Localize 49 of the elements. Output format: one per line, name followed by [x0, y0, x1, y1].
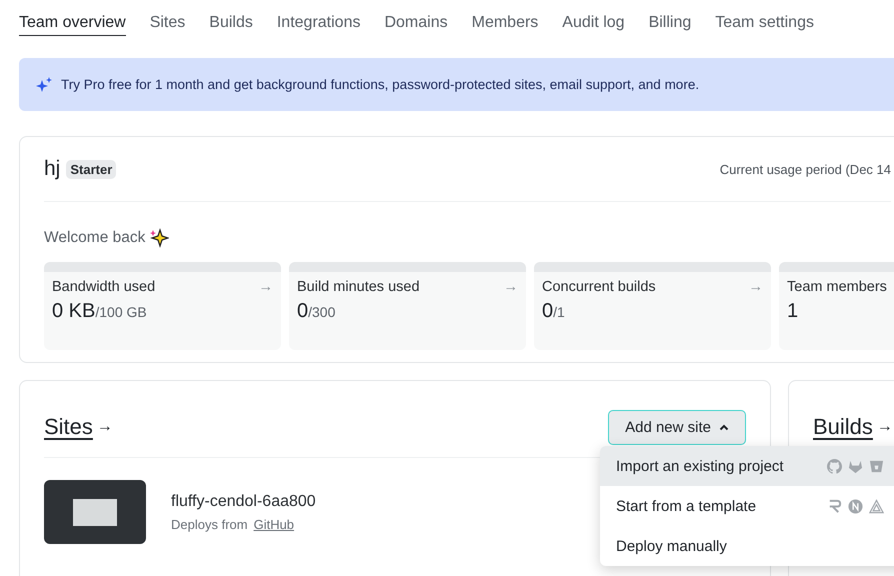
- nav-tab[interactable]: Team overview: [19, 10, 126, 36]
- nav-tab[interactable]: Integrations: [276, 11, 360, 35]
- nav-tab[interactable]: Domains: [384, 11, 448, 35]
- fox-icon: [848, 458, 863, 474]
- stat-value: 0/1: [542, 300, 566, 323]
- github-icon: [827, 458, 842, 474]
- stat-card[interactable]: Build minutes used → 0/300: [289, 262, 526, 350]
- builds-link[interactable]: Builds: [813, 414, 873, 440]
- stat-label: Bandwidth used: [52, 279, 156, 295]
- stat-card[interactable]: Team members 1: [779, 262, 894, 350]
- promo-text: Try Pro free for 1 month and get background functions, password-protected sites, email support, and more.: [61, 77, 700, 92]
- stat-label: Build minutes used: [297, 279, 420, 295]
- add-new-site-button[interactable]: Add new site: [608, 410, 746, 444]
- nav-tab[interactable]: Team settings: [715, 11, 814, 35]
- stat-label: Concurrent builds: [542, 279, 656, 295]
- arrow: →: [748, 279, 763, 295]
- nav-tab[interactable]: Members: [472, 11, 538, 35]
- team-name: hj: [44, 157, 60, 181]
- menu-item[interactable]: Start from a template: [600, 486, 894, 526]
- nav-tab[interactable]: Audit log: [562, 11, 625, 35]
- stat-value: 0 KB/100 GB: [52, 300, 148, 323]
- stat-value: 0/300: [297, 300, 336, 323]
- arrow: →: [258, 279, 273, 295]
- nav-tab[interactable]: Sites: [150, 11, 186, 35]
- letter-r-icon: [827, 498, 842, 514]
- stat-value: 1: [787, 300, 800, 323]
- deploy-text: Deploys from: [171, 516, 248, 532]
- caret-icon: [719, 424, 729, 430]
- arrow: →: [504, 279, 518, 295]
- arrow: →: [876, 418, 893, 436]
- deploy-source-link[interactable]: GitHub: [254, 516, 294, 532]
- stat-card[interactable]: Concurrent builds → 0/1: [534, 262, 771, 350]
- sparkles-icon: [149, 228, 170, 248]
- circle-n-icon: [848, 498, 863, 514]
- triangle-icon: [869, 498, 884, 514]
- plan-badge: Starter: [66, 160, 116, 178]
- bucket-icon: [869, 458, 884, 474]
- arrow: →: [96, 418, 113, 436]
- menu-item[interactable]: Deploy manually: [600, 526, 894, 566]
- site-name[interactable]: fluffy-cendol-6aa800: [171, 492, 316, 510]
- nav-tab[interactable]: Billing: [648, 11, 692, 35]
- sites-link[interactable]: Sites: [44, 414, 93, 440]
- stat-card[interactable]: Bandwidth used → 0 KB/100 GB: [44, 262, 281, 350]
- welcome-text: Welcome back: [44, 229, 146, 247]
- sparkle-icon: [35, 76, 53, 94]
- nav-tab[interactable]: Builds: [209, 11, 253, 35]
- menu-item[interactable]: Import an existing project: [600, 446, 894, 486]
- stat-label: Team members: [787, 279, 887, 295]
- usage-period: Current usage period (Dec 14: [720, 162, 891, 176]
